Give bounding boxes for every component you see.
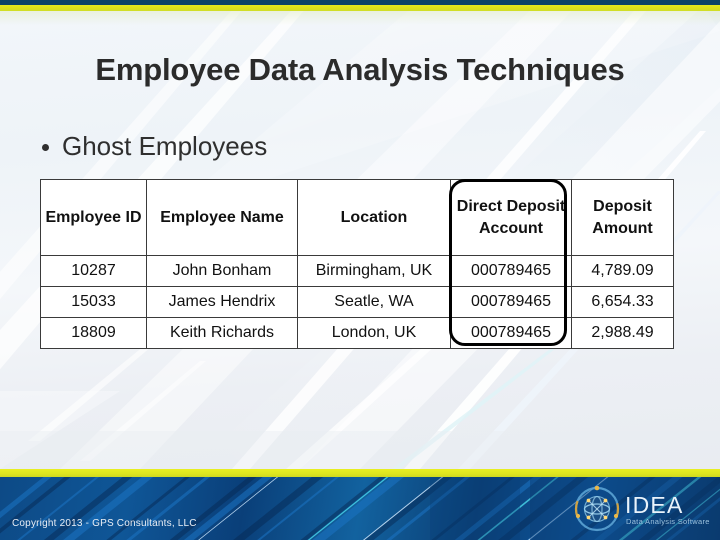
column-header-employee-name: Employee Name bbox=[146, 179, 298, 256]
bullet-item-ghost-employees: Ghost Employees bbox=[42, 131, 267, 162]
cell-employee-name: Keith Richards bbox=[146, 317, 298, 349]
cell-location: London, UK bbox=[297, 317, 451, 349]
cell-location: Birmingham, UK bbox=[297, 255, 451, 287]
column-header-location: Location bbox=[297, 179, 451, 256]
employee-table-wrapper: Employee ID Employee Name Location Direc… bbox=[40, 179, 674, 349]
cell-deposit-amount: 6,654.33 bbox=[571, 286, 674, 318]
table-row: 15033 James Hendrix Seatle, WA 000789465… bbox=[40, 286, 674, 318]
slide-canvas: Employee Data Analysis Techniques Ghost … bbox=[0, 0, 720, 540]
footer-rule-lime bbox=[0, 469, 720, 477]
table-row: 18809 Keith Richards London, UK 00078946… bbox=[40, 317, 674, 349]
cell-employee-id: 10287 bbox=[40, 255, 147, 287]
table-row: 10287 John Bonham Birmingham, UK 0007894… bbox=[40, 255, 674, 287]
idea-logo-wordmark: IDEA bbox=[625, 492, 683, 518]
table-header-row: Employee ID Employee Name Location Direc… bbox=[40, 179, 674, 256]
cell-location: Seatle, WA bbox=[297, 286, 451, 318]
cell-employee-name: James Hendrix bbox=[146, 286, 298, 318]
idea-logo: IDEA Data Analysis Software bbox=[572, 486, 712, 532]
cell-employee-name: John Bonham bbox=[146, 255, 298, 287]
idea-logo-tagline: Data Analysis Software bbox=[626, 517, 710, 526]
page-title: Employee Data Analysis Techniques bbox=[95, 52, 625, 87]
employee-table: Employee ID Employee Name Location Direc… bbox=[40, 179, 674, 349]
copyright-text: Copyright 2013 - GPS Consultants, LLC bbox=[12, 518, 197, 529]
bullet-dot-icon bbox=[42, 144, 49, 151]
globe-orbit-icon bbox=[574, 486, 620, 532]
cell-deposit-amount: 2,988.49 bbox=[571, 317, 674, 349]
cell-direct-deposit-account: 000789465 bbox=[450, 317, 572, 349]
column-header-employee-id: Employee ID bbox=[40, 179, 147, 256]
cell-employee-id: 15033 bbox=[40, 286, 147, 318]
column-header-deposit-amount: Deposit Amount bbox=[571, 179, 674, 256]
column-header-direct-deposit-account: Direct Deposit Account bbox=[450, 179, 572, 256]
cell-direct-deposit-account: 000789465 bbox=[450, 255, 572, 287]
cell-employee-id: 18809 bbox=[40, 317, 147, 349]
cell-deposit-amount: 4,789.09 bbox=[571, 255, 674, 287]
cell-direct-deposit-account: 000789465 bbox=[450, 286, 572, 318]
bullet-item-label: Ghost Employees bbox=[62, 131, 268, 161]
top-rule-fade bbox=[0, 11, 720, 25]
